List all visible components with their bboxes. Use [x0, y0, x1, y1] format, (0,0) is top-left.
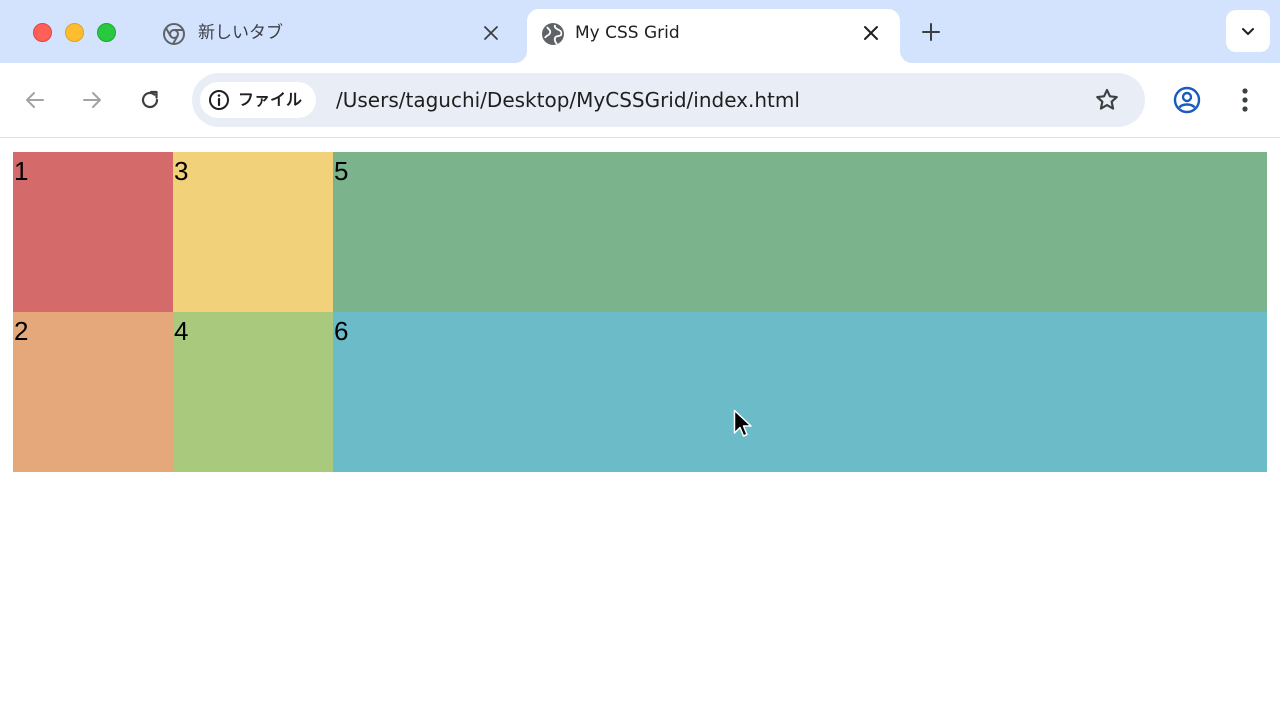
mouse-pointer-icon — [733, 409, 753, 441]
info-icon — [209, 90, 229, 110]
grid-item-4: 4 — [173, 312, 333, 472]
browser-window: 新しいタブ My CSS Grid ファイル /Users/taguchi/De… — [0, 0, 1280, 720]
grid-item-6: 6 — [333, 312, 1267, 472]
back-button[interactable] — [20, 85, 50, 115]
grid-item-2: 2 — [13, 312, 173, 472]
tab-title: My CSS Grid — [575, 23, 680, 43]
chevron-down-icon — [1242, 28, 1254, 35]
maximize-window-button[interactable] — [97, 23, 116, 42]
profile-button[interactable] — [1172, 85, 1202, 115]
new-tab-button[interactable] — [916, 17, 946, 47]
grid-item-3: 3 — [173, 152, 333, 312]
browser-toolbar: ファイル /Users/taguchi/Desktop/MyCSSGrid/in… — [0, 63, 1280, 138]
minimize-window-button[interactable] — [65, 23, 84, 42]
reload-icon — [141, 90, 159, 109]
close-tab-icon[interactable] — [480, 22, 502, 44]
globe-icon — [541, 22, 565, 46]
arrow-left-icon — [26, 92, 44, 108]
bookmark-button[interactable] — [1093, 86, 1121, 114]
tab-my-css-grid[interactable]: My CSS Grid — [527, 9, 900, 63]
site-info-label: ファイル — [238, 90, 303, 109]
star-icon — [1096, 88, 1118, 110]
tab-strip: 新しいタブ My CSS Grid — [0, 0, 1280, 63]
page-viewport: 1 2 3 4 5 6 — [0, 138, 1280, 720]
url-text[interactable]: /Users/taguchi/Desktop/MyCSSGrid/index.h… — [336, 88, 800, 112]
css-grid-container: 1 2 3 4 5 6 — [13, 152, 1267, 472]
arrow-right-icon — [83, 92, 101, 108]
account-icon — [1173, 86, 1201, 114]
tab-new-tab[interactable]: 新しいタブ — [150, 9, 520, 63]
tab-title: 新しいタブ — [198, 23, 283, 43]
grid-item-1: 1 — [13, 152, 173, 312]
grid-item-5: 5 — [333, 152, 1267, 312]
address-bar[interactable]: ファイル /Users/taguchi/Desktop/MyCSSGrid/in… — [192, 73, 1145, 127]
site-info-chip[interactable]: ファイル — [200, 82, 317, 118]
close-window-button[interactable] — [33, 23, 52, 42]
forward-button[interactable] — [77, 85, 107, 115]
plus-icon — [922, 23, 940, 41]
chrome-icon — [162, 22, 186, 46]
browser-menu-button[interactable] — [1230, 85, 1260, 115]
close-tab-icon[interactable] — [860, 22, 882, 44]
reload-button[interactable] — [135, 85, 165, 115]
tab-search-button[interactable] — [1226, 10, 1270, 52]
more-vertical-icon — [1242, 88, 1248, 112]
